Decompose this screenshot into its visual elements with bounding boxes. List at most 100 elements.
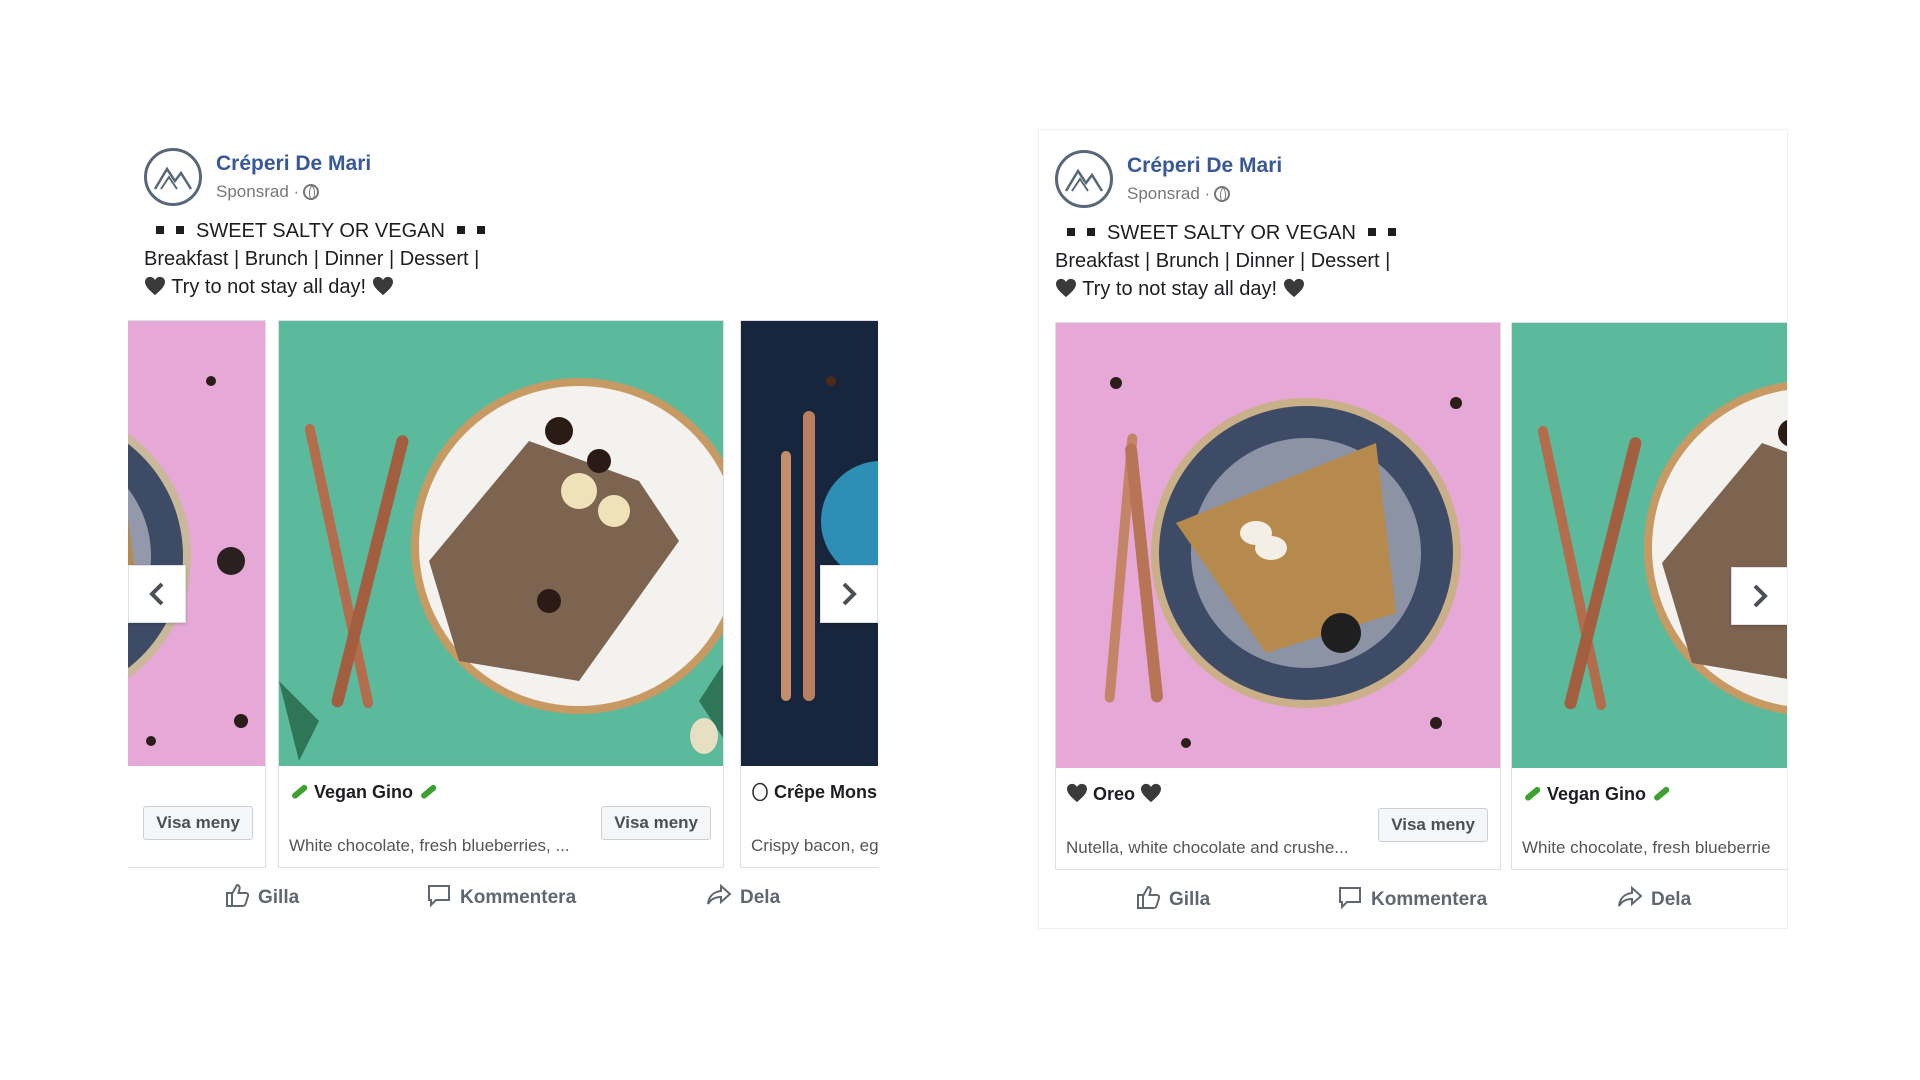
card-description: White chocolate, fresh blueberrie bbox=[1522, 838, 1771, 857]
square-bullet-icon bbox=[1367, 228, 1376, 236]
caption-headline: SWEET SALTY OR VEGAN bbox=[1107, 222, 1356, 244]
card-image-crepe-mons[interactable] bbox=[741, 321, 878, 766]
comment-icon bbox=[1339, 887, 1361, 910]
card-title: Oreo bbox=[1066, 783, 1162, 805]
crepe-photo bbox=[741, 321, 878, 766]
card-title-text: Oreo bbox=[1093, 784, 1136, 804]
cucumber-icon bbox=[1654, 786, 1670, 801]
post-header: Créperi De Mari Sponsrad · bbox=[144, 148, 744, 208]
crepe-photo bbox=[1056, 323, 1500, 768]
cucumber-icon bbox=[1525, 786, 1541, 801]
card-image-oreo-crepe[interactable] bbox=[128, 321, 265, 766]
comment-label: Kommentera bbox=[460, 887, 577, 908]
black-heart-icon bbox=[1067, 783, 1087, 803]
caption-line-3: Try to not stay all day! bbox=[1055, 275, 1755, 303]
caption-line-2: Breakfast | Brunch | Dinner | Dessert | bbox=[144, 248, 480, 270]
visa-meny-button[interactable]: Visa meny bbox=[601, 806, 711, 840]
square-bullet-icon bbox=[456, 226, 465, 234]
sponsored-text: Sponsrad · bbox=[216, 182, 300, 201]
card-description: Crispy bacon, eg bbox=[751, 836, 878, 855]
sponsored-label: Sponsrad · bbox=[1127, 184, 1231, 204]
square-bullet-icon bbox=[176, 226, 184, 234]
card-title-text: Vegan Gino bbox=[314, 782, 414, 802]
visa-meny-button[interactable]: Visa meny bbox=[1378, 808, 1488, 842]
carousel-next-button[interactable] bbox=[820, 565, 878, 623]
square-bullet-icon bbox=[1087, 228, 1095, 236]
black-heart-icon bbox=[145, 276, 165, 296]
card-title-text: Vegan Gino bbox=[1547, 784, 1647, 804]
caption-line-1: SWEET SALTY OR VEGAN bbox=[144, 217, 844, 245]
card-image-vegan-gino[interactable] bbox=[279, 321, 723, 766]
share-icon bbox=[707, 883, 732, 905]
black-heart-icon bbox=[1283, 278, 1304, 298]
card-title: Crêpe Mons bbox=[751, 781, 877, 803]
post-actions: Gilla Kommentera Dela bbox=[1039, 880, 1787, 920]
post-header: Créperi De Mari Sponsrad · bbox=[1055, 150, 1655, 210]
carousel-next-button[interactable] bbox=[1731, 567, 1787, 625]
carousel-card[interactable]: Oreo Visa meny Nutella, white chocolate … bbox=[1055, 322, 1501, 870]
share-button[interactable]: Dela bbox=[1617, 880, 1691, 920]
like-label: Gilla bbox=[258, 887, 300, 908]
share-label: Dela bbox=[1651, 889, 1692, 910]
crepe-photo bbox=[1512, 323, 1787, 768]
carousel: Visa meny Vegan Gino Visa meny White cho… bbox=[128, 320, 878, 868]
comment-label: Kommentera bbox=[1371, 889, 1488, 910]
caption-tagline: Try to not stay all day! bbox=[1082, 278, 1278, 300]
share-icon bbox=[1618, 885, 1643, 907]
cucumber-icon bbox=[292, 784, 308, 799]
chevron-right-icon bbox=[842, 582, 857, 606]
page-avatar[interactable] bbox=[1055, 150, 1113, 208]
visa-meny-button[interactable]: Visa meny bbox=[143, 806, 253, 840]
page-name-link[interactable]: Créperi De Mari bbox=[1127, 154, 1282, 178]
card-image-vegan-gino[interactable] bbox=[1512, 323, 1787, 768]
black-heart-icon bbox=[1141, 783, 1162, 803]
square-bullet-icon bbox=[156, 226, 164, 234]
square-bullet-icon bbox=[476, 226, 485, 234]
ad-post-right: Créperi De Mari Sponsrad · SWEET SALTY O… bbox=[1038, 129, 1788, 929]
post-caption: SWEET SALTY OR VEGAN Breakfast | Brunch … bbox=[1055, 219, 1755, 303]
chevron-left-icon bbox=[149, 582, 164, 606]
like-label: Gilla bbox=[1169, 889, 1211, 910]
ad-post-left: Créperi De Mari Sponsrad · SWEET SALTY O… bbox=[128, 128, 878, 918]
square-bullet-icon bbox=[1387, 228, 1396, 236]
card-title: Vegan Gino bbox=[1522, 783, 1671, 805]
share-button[interactable]: Dela bbox=[706, 878, 780, 918]
globe-icon bbox=[303, 184, 320, 200]
card-title-text: Crêpe Mons bbox=[774, 782, 878, 802]
cucumber-icon bbox=[421, 784, 437, 799]
carousel-card[interactable]: Vegan Gino Visa meny White chocolate, fr… bbox=[278, 320, 724, 868]
egg-icon bbox=[752, 782, 768, 802]
caption-headline: SWEET SALTY OR VEGAN bbox=[196, 220, 445, 242]
card-title: Vegan Gino bbox=[289, 781, 438, 803]
caption-tagline: Try to not stay all day! bbox=[171, 276, 367, 298]
carousel: Oreo Visa meny Nutella, white chocolate … bbox=[1039, 322, 1787, 870]
card-description: Nutella, white chocolate and crushe... bbox=[1066, 838, 1349, 857]
mountain-logo-icon bbox=[1064, 168, 1104, 192]
caption-line-2: Breakfast | Brunch | Dinner | Dessert | bbox=[1055, 250, 1391, 272]
carousel-prev-button[interactable] bbox=[128, 565, 186, 623]
card-image-oreo-crepe[interactable] bbox=[1056, 323, 1500, 768]
comment-button[interactable]: Kommentera bbox=[426, 878, 576, 918]
crepe-photo bbox=[279, 321, 723, 766]
thumbs-up-icon bbox=[1137, 885, 1161, 909]
like-button[interactable]: Gilla bbox=[1135, 880, 1210, 920]
page-name-link[interactable]: Créperi De Mari bbox=[216, 152, 371, 176]
black-heart-icon bbox=[1056, 278, 1076, 298]
chevron-right-icon bbox=[1753, 584, 1768, 608]
card-description: White chocolate, fresh blueberries, ... bbox=[289, 836, 570, 855]
sponsored-text: Sponsrad · bbox=[1127, 184, 1211, 203]
comment-button[interactable]: Kommentera bbox=[1337, 880, 1487, 920]
like-button[interactable]: Gilla bbox=[224, 878, 299, 918]
crepe-photo bbox=[128, 321, 265, 766]
caption-line-3: Try to not stay all day! bbox=[144, 273, 844, 301]
thumbs-up-icon bbox=[226, 883, 250, 907]
caption-line-1: SWEET SALTY OR VEGAN bbox=[1055, 219, 1755, 247]
black-heart-icon bbox=[372, 276, 393, 296]
sponsored-label: Sponsrad · bbox=[216, 182, 320, 202]
globe-icon bbox=[1214, 186, 1231, 202]
square-bullet-icon bbox=[1067, 228, 1075, 236]
post-actions: Gilla Kommentera Dela bbox=[128, 878, 878, 918]
comment-icon bbox=[428, 885, 450, 908]
page-avatar[interactable] bbox=[144, 148, 202, 206]
post-caption: SWEET SALTY OR VEGAN Breakfast | Brunch … bbox=[144, 217, 844, 301]
